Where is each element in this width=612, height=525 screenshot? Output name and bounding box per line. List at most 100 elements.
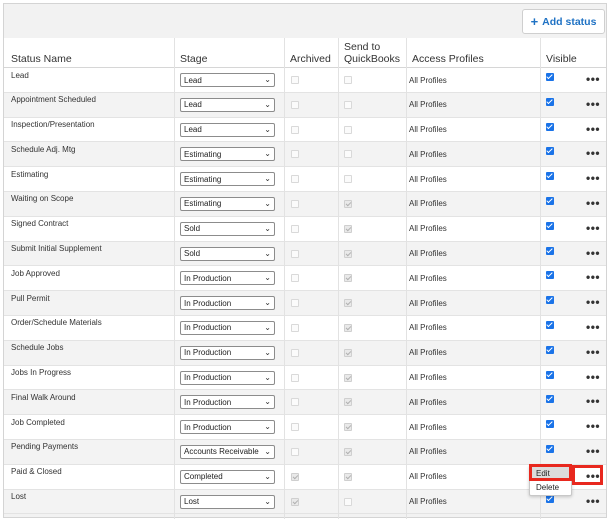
visible-checkbox[interactable] xyxy=(546,73,554,81)
stage-select[interactable]: Completed ⌄ xyxy=(180,469,275,484)
more-actions-icon[interactable]: ••• xyxy=(586,222,600,234)
visible-checkbox[interactable] xyxy=(546,444,554,453)
archived-checkbox[interactable] xyxy=(291,348,299,357)
archived-checkbox[interactable] xyxy=(291,274,299,283)
send-to-quickbooks-checkbox[interactable] xyxy=(344,348,352,357)
send-to-quickbooks-checkbox[interactable] xyxy=(344,125,352,134)
chevron-down-icon: ⌄ xyxy=(264,422,271,432)
visible-checkbox[interactable] xyxy=(546,147,554,156)
archived-checkbox[interactable] xyxy=(291,125,299,134)
archived-checkbox[interactable] xyxy=(291,423,299,432)
archived-checkbox[interactable] xyxy=(291,150,299,159)
stage-select[interactable]: In Production ⌄ xyxy=(180,296,275,311)
archived-checkbox[interactable] xyxy=(291,497,299,506)
more-actions-icon[interactable]: ••• xyxy=(586,371,600,383)
stage-select[interactable]: In Production ⌄ xyxy=(180,271,275,286)
archived-checkbox[interactable] xyxy=(291,299,299,308)
send-to-quickbooks-checkbox[interactable] xyxy=(344,274,352,283)
archived-checkbox[interactable] xyxy=(291,447,299,456)
column-header-access-profiles[interactable]: Access Profiles xyxy=(406,38,540,68)
stage-select[interactable]: Estimating ⌄ xyxy=(180,172,275,187)
archived-checkbox[interactable] xyxy=(291,175,299,184)
visible-checkbox[interactable] xyxy=(546,196,554,205)
archived-checkbox[interactable] xyxy=(291,472,299,481)
more-actions-icon[interactable]: ••• xyxy=(586,172,600,184)
more-actions-icon[interactable]: ••• xyxy=(586,73,600,85)
more-actions-icon[interactable]: ••• xyxy=(586,445,600,457)
send-to-quickbooks-checkbox[interactable] xyxy=(344,76,352,84)
stage-select[interactable]: Lost ⌄ xyxy=(180,494,275,509)
add-status-button[interactable]: + Add status xyxy=(522,9,605,34)
stage-select[interactable]: Sold ⌄ xyxy=(180,246,275,261)
more-actions-icon[interactable]: ••• xyxy=(586,271,600,283)
more-actions-icon[interactable]: ••• xyxy=(586,197,600,209)
send-to-quickbooks-checkbox[interactable] xyxy=(344,100,352,109)
stage-select[interactable]: In Production ⌄ xyxy=(180,395,275,410)
more-actions-icon[interactable]: ••• xyxy=(586,296,600,308)
column-header-status-name[interactable]: Status Name xyxy=(11,38,171,68)
visible-checkbox[interactable] xyxy=(546,320,554,329)
archived-checkbox[interactable] xyxy=(291,398,299,407)
visible-checkbox[interactable] xyxy=(546,345,554,354)
more-actions-icon[interactable]: ••• xyxy=(586,346,600,358)
visible-checkbox[interactable] xyxy=(546,271,554,280)
column-header-send-to-quickbooks[interactable]: Send to QuickBooks xyxy=(338,38,406,68)
stage-select[interactable]: Lead ⌄ xyxy=(180,97,275,112)
column-header-visible[interactable]: Visible xyxy=(540,38,606,68)
access-profiles-value: All Profiles xyxy=(409,224,447,234)
archived-checkbox[interactable] xyxy=(291,323,299,332)
archived-checkbox[interactable] xyxy=(291,199,299,208)
visible-checkbox[interactable] xyxy=(546,172,554,181)
stage-select[interactable]: In Production ⌄ xyxy=(180,320,275,335)
menu-item-delete[interactable]: Delete xyxy=(530,480,571,494)
send-to-quickbooks-checkbox[interactable] xyxy=(344,199,352,208)
more-actions-icon[interactable]: ••• xyxy=(586,147,600,159)
visible-checkbox[interactable] xyxy=(546,246,554,255)
chevron-down-icon: ⌄ xyxy=(264,174,271,184)
visible-checkbox[interactable] xyxy=(546,420,554,429)
more-actions-icon[interactable]: ••• xyxy=(586,395,600,407)
visible-checkbox[interactable] xyxy=(546,122,554,131)
column-header-stage[interactable]: Stage xyxy=(174,38,284,68)
archived-checkbox[interactable] xyxy=(291,224,299,233)
send-to-quickbooks-checkbox[interactable] xyxy=(344,299,352,308)
send-to-quickbooks-checkbox[interactable] xyxy=(344,249,352,258)
more-actions-icon[interactable]: ••• xyxy=(586,123,600,135)
stage-select[interactable]: Estimating ⌄ xyxy=(180,147,275,162)
status-name: Final Walk Around xyxy=(11,392,76,402)
archived-checkbox[interactable] xyxy=(291,373,299,382)
send-to-quickbooks-checkbox[interactable] xyxy=(344,224,352,233)
visible-checkbox[interactable] xyxy=(546,370,554,379)
stage-select[interactable]: Estimating ⌄ xyxy=(180,196,275,211)
visible-checkbox[interactable] xyxy=(546,296,554,305)
more-actions-icon[interactable]: ••• xyxy=(586,495,600,507)
more-actions-icon[interactable]: ••• xyxy=(586,247,600,259)
stage-select[interactable]: In Production ⌄ xyxy=(180,420,275,435)
column-header-archived[interactable]: Archived xyxy=(284,38,338,68)
send-to-quickbooks-checkbox[interactable] xyxy=(344,423,352,432)
visible-checkbox[interactable] xyxy=(546,221,554,230)
send-to-quickbooks-checkbox[interactable] xyxy=(344,398,352,407)
send-to-quickbooks-checkbox[interactable] xyxy=(344,373,352,382)
archived-checkbox[interactable] xyxy=(291,249,299,258)
send-to-quickbooks-checkbox[interactable] xyxy=(344,150,352,159)
stage-select[interactable]: In Production ⌄ xyxy=(180,370,275,385)
more-actions-icon[interactable]: ••• xyxy=(586,321,600,333)
visible-checkbox[interactable] xyxy=(546,97,554,106)
send-to-quickbooks-checkbox[interactable] xyxy=(344,447,352,456)
stage-select[interactable]: In Production ⌄ xyxy=(180,345,275,360)
more-actions-icon[interactable]: ••• xyxy=(586,420,600,432)
stage-select[interactable]: Accounts Receivable ⌄ xyxy=(180,444,275,459)
send-to-quickbooks-checkbox[interactable] xyxy=(344,472,352,481)
send-to-quickbooks-checkbox[interactable] xyxy=(344,175,352,184)
archived-checkbox[interactable] xyxy=(291,76,299,84)
more-actions-icon[interactable]: ••• xyxy=(586,98,600,110)
stage-select[interactable]: Sold ⌄ xyxy=(180,221,275,236)
chevron-down-icon: ⌄ xyxy=(264,496,271,506)
send-to-quickbooks-checkbox[interactable] xyxy=(344,497,352,506)
stage-select[interactable]: Lead ⌄ xyxy=(180,73,275,87)
visible-checkbox[interactable] xyxy=(546,395,554,404)
send-to-quickbooks-checkbox[interactable] xyxy=(344,323,352,332)
stage-select[interactable]: Lead ⌄ xyxy=(180,122,275,137)
archived-checkbox[interactable] xyxy=(291,100,299,109)
